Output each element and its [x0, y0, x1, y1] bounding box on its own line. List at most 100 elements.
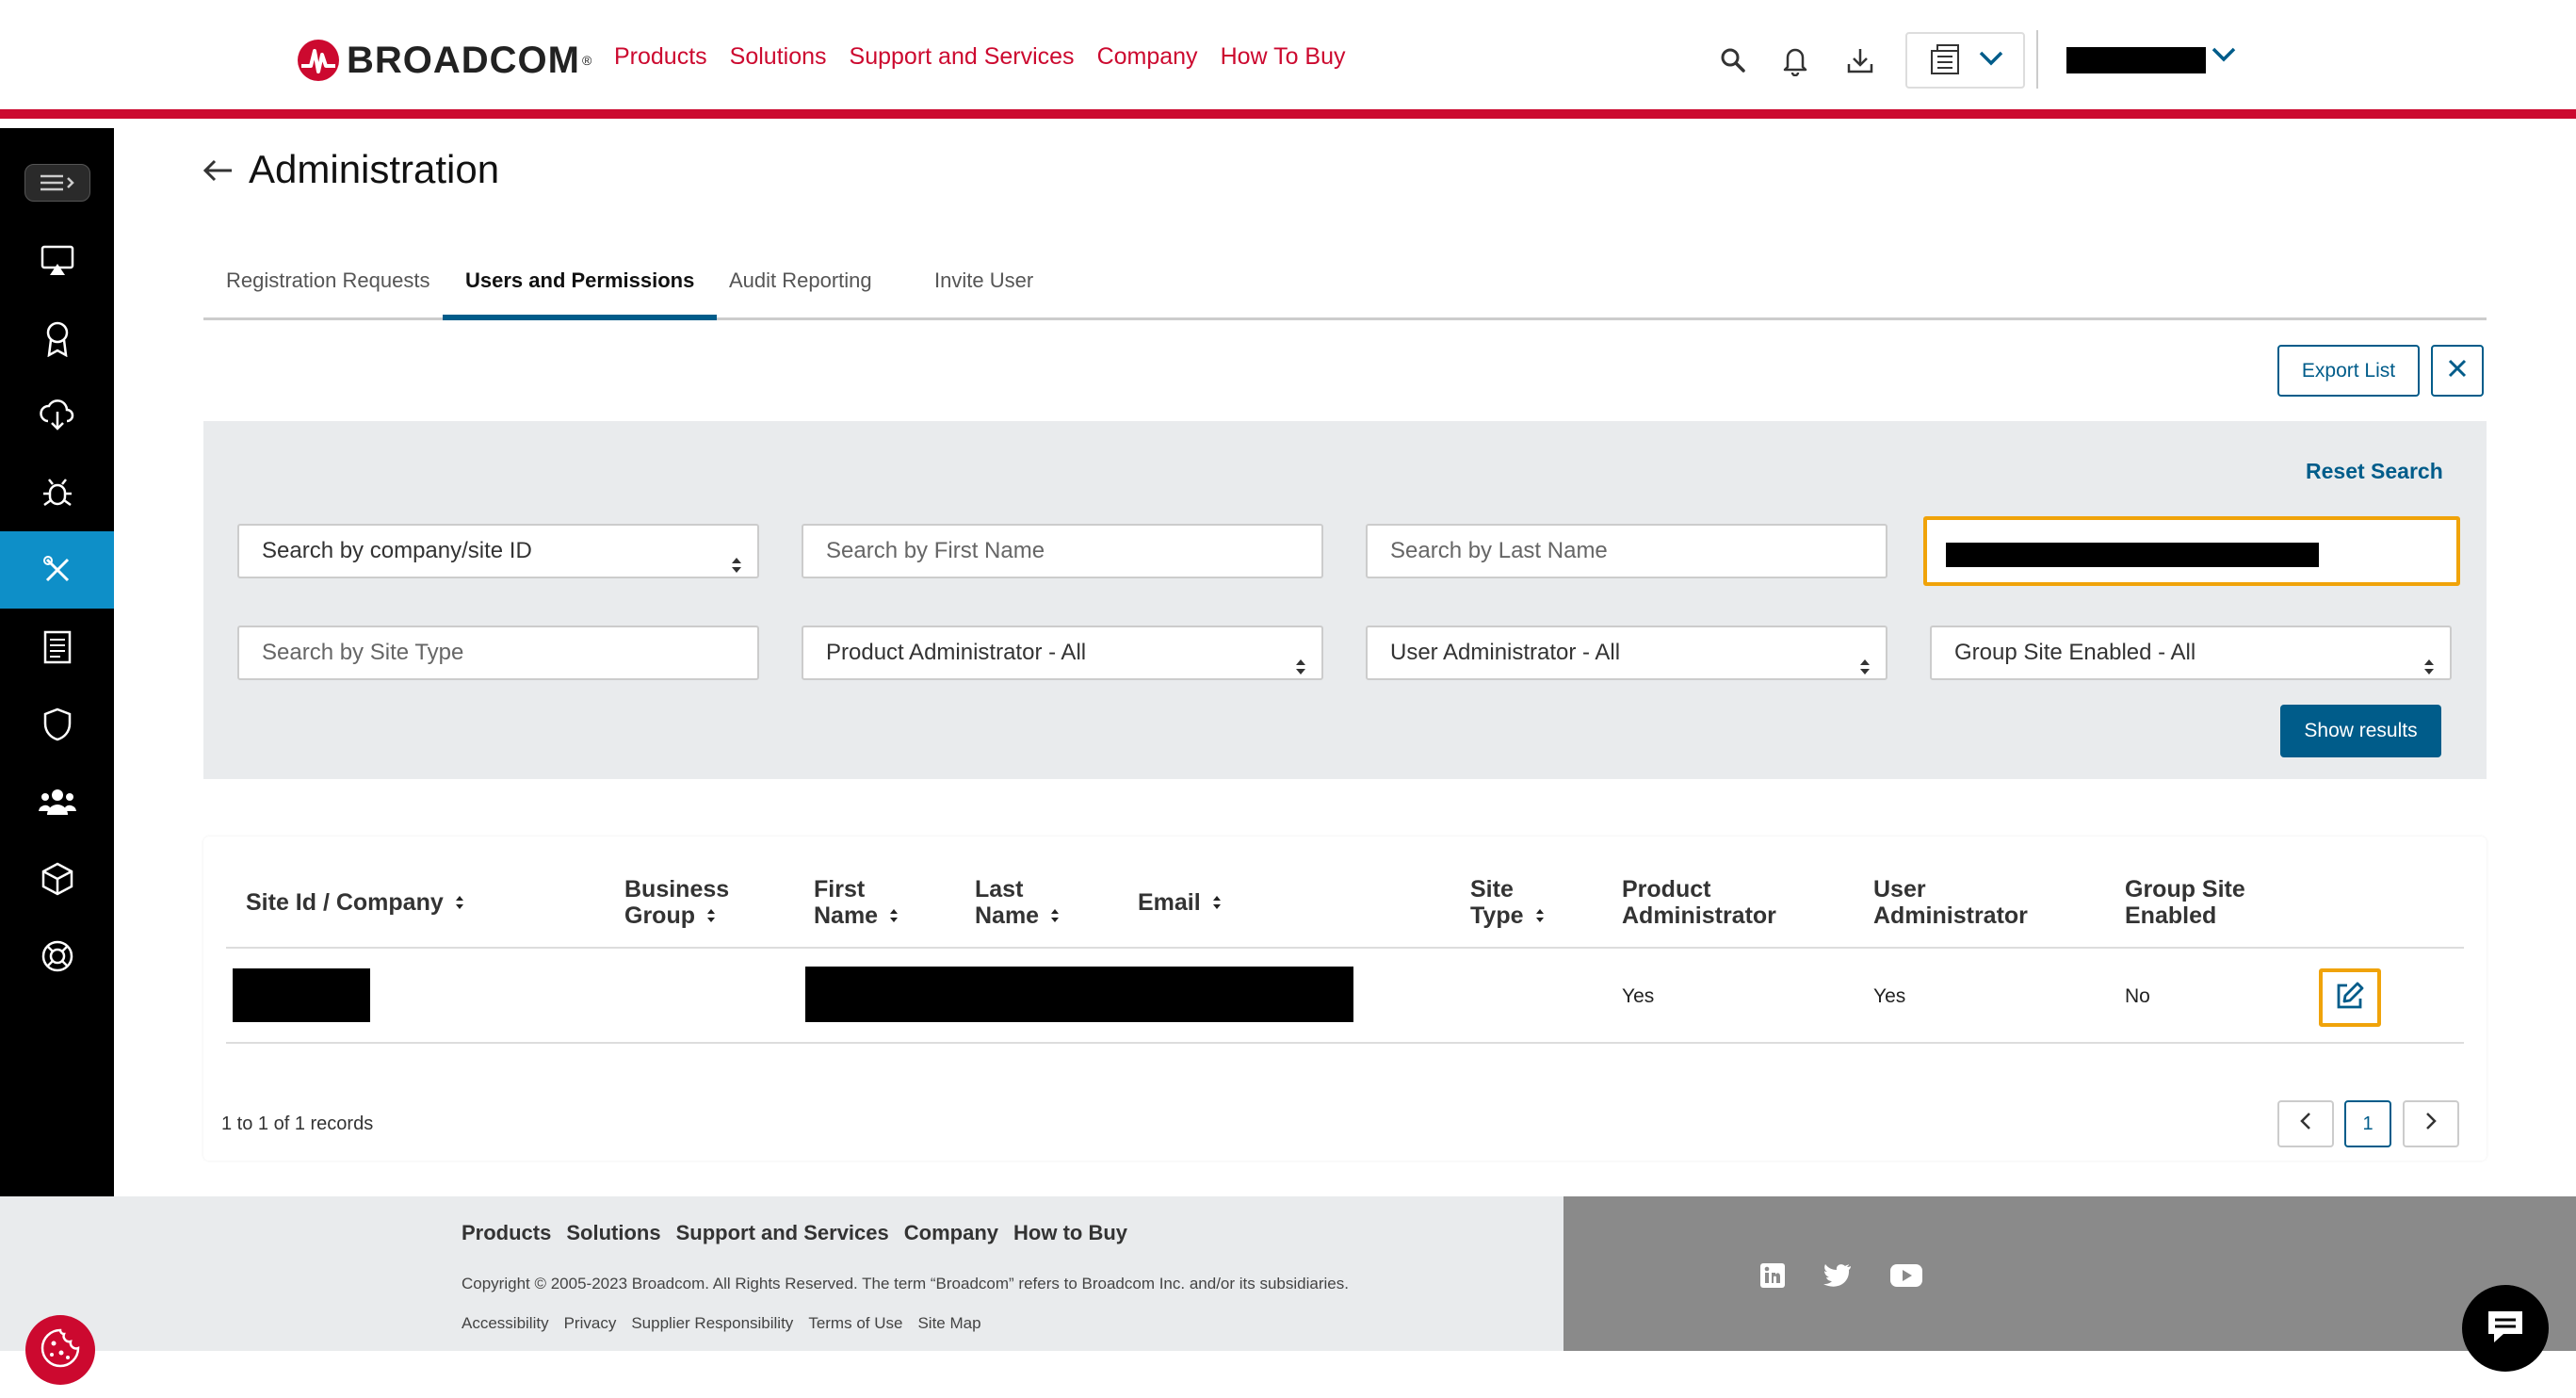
main-nav: Products Solutions Support and Services … [614, 43, 1346, 71]
edit-row-button[interactable] [2319, 968, 2381, 1027]
search-panel [203, 421, 2487, 779]
pagination-prev-button[interactable] [2277, 1100, 2334, 1147]
legal-link-supplier[interactable]: Supplier Responsibility [631, 1314, 793, 1333]
column-header-product-admin: Product Administrator [1622, 876, 1776, 929]
broadcom-logo[interactable]: BROADCOM ® [298, 38, 591, 83]
left-sidebar [0, 128, 114, 1196]
footer-link-support[interactable]: Support and Services [676, 1221, 889, 1245]
sort-icon[interactable] [889, 903, 899, 930]
bug-icon[interactable] [0, 454, 114, 531]
show-results-button[interactable]: Show results [2280, 705, 2441, 757]
last-name-search-input[interactable]: Search by Last Name [1366, 524, 1887, 578]
user-name-redacted[interactable] [2066, 47, 2206, 73]
nav-support[interactable]: Support and Services [850, 43, 1075, 71]
site-company-redacted [233, 968, 370, 1022]
nav-solutions[interactable]: Solutions [730, 43, 827, 71]
column-header-site-type-line2: Type [1470, 902, 1524, 929]
user-menu-chevron-icon[interactable] [2211, 45, 2236, 69]
legal-link-accessibility[interactable]: Accessibility [462, 1314, 549, 1333]
menu-toggle-icon[interactable] [24, 164, 90, 202]
legal-link-privacy[interactable]: Privacy [564, 1314, 617, 1333]
tab-users-and-permissions[interactable]: Users and Permissions [443, 262, 718, 320]
legal-link-terms[interactable]: Terms of Use [808, 1314, 902, 1333]
footer-link-company[interactable]: Company [904, 1221, 998, 1245]
sort-icon[interactable] [706, 903, 716, 930]
column-header-last-name[interactable]: Last Name [975, 876, 1060, 930]
sort-icon[interactable] [455, 890, 464, 917]
bell-icon[interactable] [1776, 41, 1814, 79]
cube-icon[interactable] [0, 840, 114, 918]
back-arrow-icon[interactable] [202, 156, 235, 189]
column-header-email-label: Email [1138, 889, 1201, 916]
pagination-page-1[interactable]: 1 [2344, 1100, 2391, 1147]
tab-audit-reporting[interactable]: Audit Reporting [706, 262, 895, 320]
shield-icon[interactable] [0, 686, 114, 763]
cookie-icon [39, 1326, 82, 1374]
sort-icon[interactable] [1535, 903, 1545, 930]
email-search-input[interactable] [1923, 516, 2460, 586]
column-header-first-name[interactable]: First Name [814, 876, 899, 930]
monitor-icon[interactable] [0, 222, 114, 300]
search-icon[interactable] [1714, 41, 1752, 79]
footer-link-products[interactable]: Products [462, 1221, 551, 1245]
reset-search-link[interactable]: Reset Search [2306, 459, 2443, 484]
column-header-site-label: Site Id / Company [246, 889, 444, 916]
top-header: BROADCOM ® Products Solutions Support an… [0, 0, 2576, 119]
logo-wordmark: BROADCOM [347, 39, 580, 81]
column-header-user-admin: User Administrator [1873, 876, 2028, 929]
lifebuoy-icon[interactable] [0, 918, 114, 995]
linkedin-icon[interactable] [1758, 1260, 1788, 1291]
product-admin-select[interactable]: Product Administrator - All [802, 626, 1323, 680]
tools-icon[interactable] [0, 531, 114, 609]
column-header-group-site-line2: Enabled [2125, 902, 2217, 929]
user-admin-select[interactable]: User Administrator - All [1366, 626, 1887, 680]
users-icon[interactable] [0, 763, 114, 840]
apps-menu-button[interactable] [1905, 32, 2025, 89]
download-icon[interactable] [1841, 41, 1879, 79]
legal-link-site-map[interactable]: Site Map [917, 1314, 980, 1333]
cookie-settings-button[interactable] [25, 1315, 95, 1385]
user-admin-select-value: User Administrator - All [1390, 640, 1621, 665]
footer-links: Products Solutions Support and Services … [462, 1221, 1127, 1245]
footer-link-how-to-buy[interactable]: How to Buy [1013, 1221, 1127, 1245]
tab-invite-user[interactable]: Invite User [912, 262, 1056, 320]
sort-icon[interactable] [1212, 890, 1222, 917]
site-type-search-input[interactable]: Search by Site Type [237, 626, 759, 680]
column-header-user-admin-line1: User [1873, 876, 1926, 902]
column-header-business-group[interactable]: Business Group [624, 876, 729, 930]
header-divider [2036, 30, 2038, 89]
records-summary: 1 to 1 of 1 records [221, 1114, 374, 1134]
first-name-search-input[interactable]: Search by First Name [802, 524, 1323, 578]
column-header-user-admin-line2: Administrator [1873, 902, 2028, 929]
company-site-select[interactable]: Search by company/site ID [237, 524, 759, 578]
pagination-next-button[interactable] [2403, 1100, 2459, 1147]
documents-icon[interactable] [0, 609, 114, 686]
column-header-site[interactable]: Site Id / Company [246, 889, 464, 917]
export-list-button[interactable]: Export List [2277, 345, 2420, 397]
award-icon[interactable] [0, 300, 114, 377]
close-button[interactable] [2431, 345, 2484, 397]
group-site-select[interactable]: Group Site Enabled - All [1930, 626, 2452, 680]
nav-how-to-buy[interactable]: How To Buy [1221, 43, 1346, 71]
chat-icon [2483, 1306, 2528, 1352]
logo-registered: ® [581, 53, 592, 68]
company-site-select-value: Search by company/site ID [262, 538, 532, 563]
column-header-product-admin-line2: Administrator [1622, 902, 1776, 929]
logo-mark [298, 40, 339, 81]
chat-button[interactable] [2462, 1285, 2549, 1372]
nav-products[interactable]: Products [614, 43, 707, 71]
tab-registration-requests[interactable]: Registration Requests [203, 262, 452, 320]
sort-icon[interactable] [1050, 903, 1060, 930]
header-divider [226, 947, 2464, 949]
cell-group-site: No [2125, 985, 2150, 1007]
twitter-icon[interactable] [1823, 1260, 1853, 1291]
nav-company[interactable]: Company [1097, 43, 1198, 71]
cloud-download-icon[interactable] [0, 377, 114, 454]
name-email-redacted [805, 967, 1353, 1022]
chevron-left-icon [2299, 1112, 2312, 1136]
column-header-site-type[interactable]: Site Type [1470, 876, 1545, 930]
apps-icon [1928, 41, 1966, 80]
youtube-icon[interactable] [1887, 1260, 1925, 1291]
column-header-email[interactable]: Email [1138, 889, 1222, 917]
footer-link-solutions[interactable]: Solutions [566, 1221, 660, 1245]
